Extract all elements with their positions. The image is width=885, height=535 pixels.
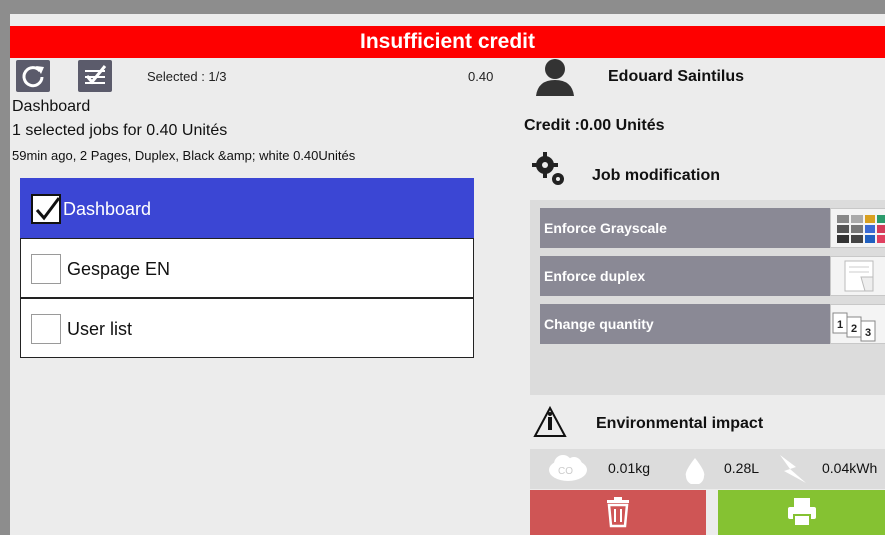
trash-icon: [607, 497, 629, 528]
destination-label: Gespage EN: [67, 259, 171, 279]
app-screen: Insufficient credit Selected : 1/3 0.40: [10, 14, 885, 535]
credit-balance: Credit :0.00 Unités: [524, 117, 665, 134]
quantity-icon[interactable]: 1 2 3: [830, 304, 885, 344]
destination-item-gespage-en[interactable]: Gespage EN: [20, 238, 474, 298]
select-all-icon: [85, 65, 107, 85]
enforce-duplex-button[interactable]: Enforce duplex: [540, 256, 830, 296]
duplex-icon[interactable]: [830, 256, 885, 296]
refresh-button[interactable]: [16, 60, 50, 92]
job-details: 59min ago, 2 Pages, Duplex, Black &amp; …: [12, 148, 356, 163]
destination-label: Dashboard: [63, 199, 152, 219]
user-row: Edouard Saintilus: [520, 58, 885, 96]
gears-icon: [532, 152, 564, 185]
destination-checkbox[interactable]: [31, 194, 61, 224]
grayscale-icon[interactable]: [830, 208, 885, 248]
co2-cloud-icon: CO: [549, 455, 587, 481]
lightning-icon: [780, 455, 806, 483]
change-quantity-button[interactable]: Change quantity: [540, 304, 830, 344]
destination-checkbox[interactable]: [31, 254, 61, 284]
destination-list: Dashboard Gespage EN User list: [10, 168, 520, 535]
selected-total: 0.40: [468, 69, 494, 84]
selected-count: Selected : 1/3: [147, 69, 227, 84]
svg-text:CO: CO: [558, 466, 573, 477]
refresh-icon: [22, 66, 44, 88]
job-modification-panel: Enforce Grayscale Enforce duplex Change …: [530, 200, 885, 395]
user-avatar-icon: [536, 59, 574, 96]
destination-checkbox[interactable]: [31, 314, 61, 344]
environmental-impact-title: Environmental impact: [596, 415, 764, 432]
print-button[interactable]: [718, 490, 885, 535]
select-all-button[interactable]: [78, 60, 112, 92]
co2-value: 0.01kg: [608, 460, 651, 476]
destination-item-user-list[interactable]: User list: [20, 298, 474, 358]
destination-label: User list: [67, 319, 133, 339]
user-name: Edouard Saintilus: [608, 68, 745, 85]
job-summary: 1 selected jobs for 0.40 Unités: [12, 122, 228, 139]
insufficient-credit-banner: Insufficient credit: [10, 26, 885, 58]
job-modification-title: Job modification: [592, 167, 720, 184]
right-panel: Edouard Saintilus Credit :0.00 Unités Jo…: [520, 58, 885, 535]
delete-button[interactable]: [530, 490, 706, 535]
svg-text:3: 3: [865, 327, 871, 339]
destination-item-dashboard[interactable]: Dashboard: [20, 178, 474, 238]
recycle-info-icon: [533, 405, 567, 437]
energy-value: 0.04kWh: [822, 460, 878, 476]
toolbar: Selected : 1/3 0.40: [10, 58, 520, 96]
environmental-impact-row: CO 0.01kg 0.28L 0.04kWh: [530, 449, 885, 489]
left-panel: Selected : 1/3 0.40 Dashboard 1 selected…: [10, 58, 520, 535]
job-destination: Dashboard: [12, 98, 91, 115]
enforce-grayscale-button[interactable]: Enforce Grayscale: [540, 208, 830, 248]
water-drop-icon: [685, 458, 705, 484]
water-value: 0.28L: [724, 460, 760, 476]
svg-text:1: 1: [837, 319, 843, 331]
checkmark-icon: [35, 197, 61, 221]
printer-icon: [788, 498, 816, 527]
job-info: Dashboard 1 selected jobs for 0.40 Unité…: [10, 96, 520, 168]
svg-text:2: 2: [851, 323, 857, 335]
